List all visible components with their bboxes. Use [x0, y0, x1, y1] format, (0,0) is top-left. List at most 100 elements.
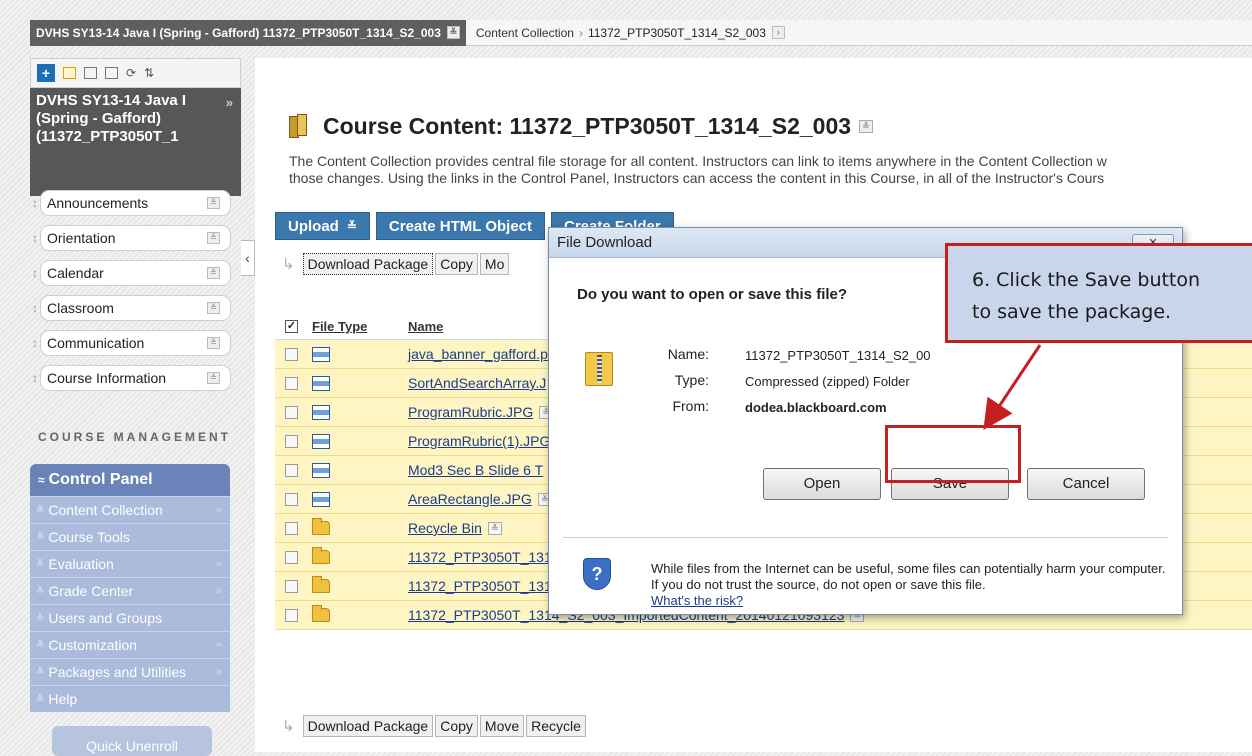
copy-button[interactable]: Copy	[435, 715, 478, 737]
row-checkbox[interactable]	[285, 521, 298, 535]
flyout-icon[interactable]: »	[216, 504, 222, 516]
file-link[interactable]: SortAndSearchArray.J	[408, 375, 546, 391]
file-link[interactable]: java_banner_gafford.pr	[408, 346, 553, 362]
select-all-checkbox[interactable]: ✓	[285, 320, 298, 333]
item-menu-chevron-icon[interactable]: ≚	[207, 232, 220, 244]
sidebar-item-label: Classroom	[47, 300, 114, 316]
course-title[interactable]: DVHS SY13-14 Java I (Spring - Gafford) (…	[30, 88, 241, 196]
collapse-menu-icon[interactable]: ‹	[241, 240, 255, 276]
breadcrumb-content-collection[interactable]: Content Collection	[476, 26, 574, 40]
row-checkbox[interactable]	[285, 463, 298, 477]
flyout-icon[interactable]: »	[216, 558, 222, 570]
drag-handle-icon[interactable]: ↕	[30, 266, 40, 280]
cp-item-grade-center[interactable]: ≚ Grade Center »	[30, 577, 230, 604]
sidebar-item-course-information[interactable]: ↕ Course Information ≚	[30, 365, 231, 391]
download-package-button[interactable]: Download Package	[302, 715, 434, 737]
drag-handle-icon[interactable]: ↕	[30, 371, 40, 385]
course-breadcrumb[interactable]: DVHS SY13-14 Java I (Spring - Gafford) 1…	[30, 19, 466, 46]
copy-button[interactable]: Copy	[435, 253, 478, 275]
file-link[interactable]: ProgramRubric.JPG	[408, 404, 533, 420]
file-link[interactable]: AreaRectangle.JPG	[408, 491, 532, 507]
reorder-icon[interactable]: ⇅	[144, 66, 154, 80]
row-checkbox[interactable]	[285, 405, 298, 419]
open-button[interactable]: Open	[763, 468, 881, 500]
file-type-column-header[interactable]: File Type	[312, 319, 392, 334]
cp-item-label: Help	[48, 691, 78, 707]
sidebar-item-orientation[interactable]: ↕ Orientation ≚	[30, 225, 231, 251]
breadcrumb-course-id: 11372_PTP3050T_1314_S2_003	[587, 25, 766, 40]
cp-item-evaluation[interactable]: ≚ Evaluation »	[30, 550, 230, 577]
cp-item-help[interactable]: ≚ Help	[30, 685, 230, 712]
create-html-object-button[interactable]: Create HTML Object	[375, 212, 545, 240]
row-checkbox[interactable]	[285, 608, 298, 622]
course-menu-toolbar: + ⟳ ⇅	[30, 58, 241, 88]
item-menu-chevron-icon[interactable]: ≚	[207, 267, 220, 279]
cp-item-course-tools[interactable]: ≚ Course Tools	[30, 523, 230, 550]
sidebar-item-communication[interactable]: ↕ Communication ≚	[30, 330, 231, 356]
breadcrumb-chevron-right-icon[interactable]: ›	[771, 26, 785, 39]
sidebar-item-classroom[interactable]: ↕ Classroom ≚	[30, 295, 231, 321]
row-menu-chevron-icon[interactable]: ≚	[487, 521, 502, 535]
cp-item-label: Course Tools	[48, 529, 130, 545]
cp-item-label: Content Collection	[48, 502, 163, 518]
expand-caret-icon: ≚	[36, 531, 45, 543]
file-link[interactable]: ProgramRubric(1).JPG	[408, 433, 550, 449]
item-menu-chevron-icon[interactable]: ≚	[207, 302, 220, 314]
drag-handle-icon[interactable]: ↕	[30, 301, 40, 315]
image-file-icon	[312, 375, 330, 391]
flyout-icon[interactable]: »	[216, 666, 222, 678]
upload-button[interactable]: Upload ≚	[275, 212, 370, 240]
flyout-icon[interactable]: »	[216, 585, 222, 597]
cp-item-users-and-groups[interactable]: ≚ Users and Groups	[30, 604, 230, 631]
sidebar-item-announcements[interactable]: ↕ Announcements ≚	[30, 190, 231, 216]
collapse-caret-icon: ≈	[38, 473, 45, 487]
cp-item-packages-and-utilities[interactable]: ≚ Packages and Utilities »	[30, 658, 230, 685]
folder-view-icon[interactable]	[84, 67, 97, 79]
row-checkbox[interactable]	[285, 434, 298, 448]
control-panel-header[interactable]: ≈ Control Panel	[30, 464, 230, 496]
chevron-down-icon: ≚	[346, 219, 357, 233]
row-checkbox[interactable]	[285, 492, 298, 506]
new-window-icon[interactable]	[105, 67, 118, 79]
row-checkbox[interactable]	[285, 347, 298, 361]
list-view-icon[interactable]	[63, 67, 76, 79]
item-menu-chevron-icon[interactable]: ≚	[207, 372, 220, 384]
drag-handle-icon[interactable]: ↕	[30, 196, 40, 210]
course-menu-chevron-icon[interactable]: ≚	[446, 26, 460, 39]
item-menu-chevron-icon[interactable]: ≚	[207, 197, 220, 209]
page-title-row: Course Content: 11372_PTP3050T_1314_S2_0…	[289, 106, 874, 146]
cp-item-content-collection[interactable]: ≚ Content Collection »	[30, 496, 230, 523]
expand-caret-icon: ≚	[36, 585, 45, 597]
sidebar-item-calendar[interactable]: ↕ Calendar ≚	[30, 260, 231, 286]
move-button[interactable]: Move	[479, 715, 525, 737]
whats-the-risk-link[interactable]: What's the risk?	[651, 593, 743, 608]
refresh-icon[interactable]: ⟳	[126, 66, 136, 80]
expand-icon[interactable]: »	[226, 94, 233, 112]
recycle-button[interactable]: Recycle	[526, 715, 586, 737]
sidebar-item-label: Calendar	[47, 265, 104, 281]
course-management-heading: COURSE MANAGEMENT	[38, 430, 232, 444]
image-file-icon	[312, 346, 330, 362]
folder-link[interactable]: Recycle Bin	[408, 520, 482, 536]
download-package-button[interactable]: Download Package	[302, 253, 434, 275]
drag-handle-icon[interactable]: ↕	[30, 231, 40, 245]
row-checkbox[interactable]	[285, 376, 298, 390]
drag-handle-icon[interactable]: ↕	[30, 336, 40, 350]
row-checkbox[interactable]	[285, 550, 298, 564]
cp-item-label: Packages and Utilities	[48, 664, 187, 680]
cp-item-customization[interactable]: ≚ Customization »	[30, 631, 230, 658]
flyout-icon[interactable]: »	[216, 639, 222, 651]
item-menu-chevron-icon[interactable]: ≚	[207, 337, 220, 349]
name-column-header[interactable]: Name	[408, 319, 443, 334]
folder-icon	[312, 605, 330, 622]
row-checkbox[interactable]	[285, 579, 298, 593]
cp-item-label: Users and Groups	[48, 610, 162, 626]
page-description: The Content Collection provides central …	[289, 153, 1252, 187]
title-menu-chevron-icon[interactable]: ≚	[859, 119, 874, 133]
move-button[interactable]: Mo	[479, 253, 510, 275]
cancel-button[interactable]: Cancel	[1027, 468, 1145, 500]
add-menu-item-icon[interactable]: +	[37, 64, 55, 82]
file-link[interactable]: Mod3 Sec B Slide 6 T	[408, 462, 543, 478]
expand-caret-icon: ≚	[36, 504, 45, 516]
select-arrow-icon: ↳	[282, 256, 295, 273]
